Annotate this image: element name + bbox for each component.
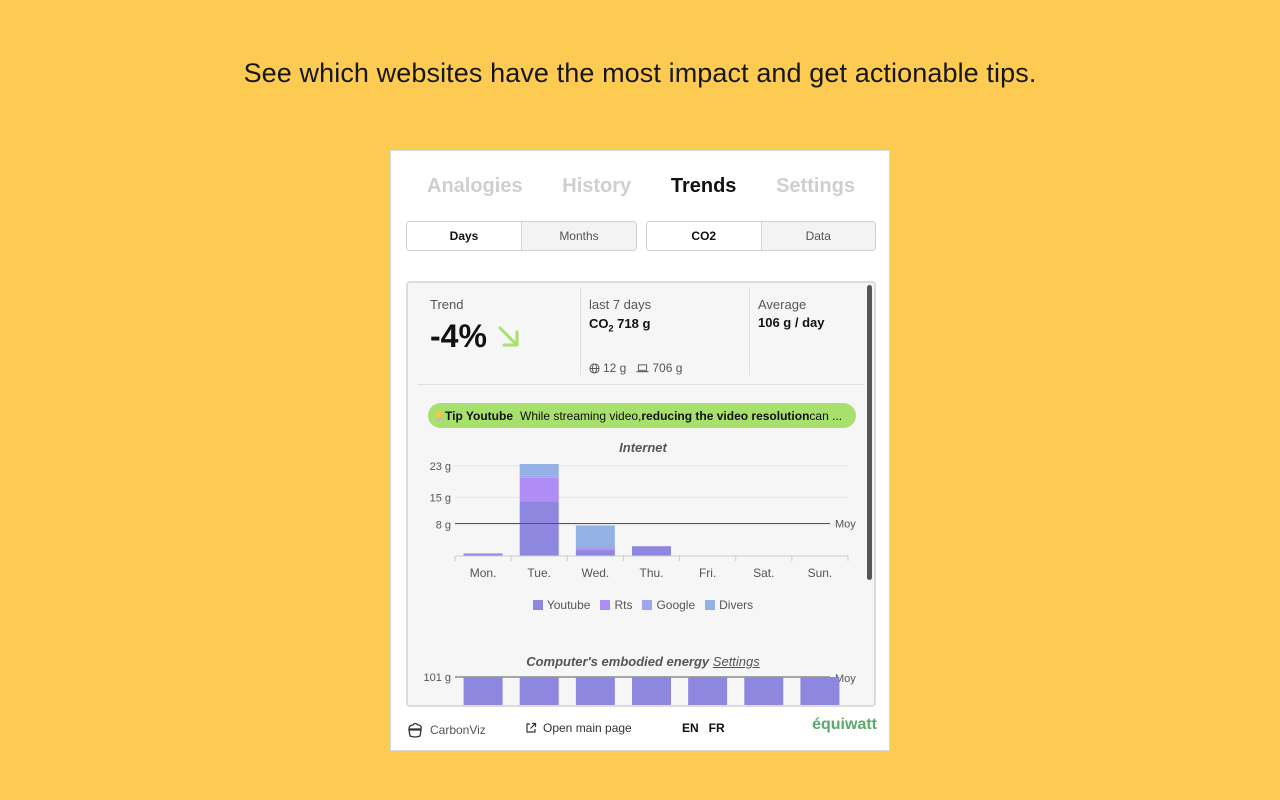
x-tick-label: Thu. — [639, 566, 663, 580]
legend-label: Youtube — [546, 598, 591, 612]
web-value: 12 g — [603, 361, 627, 375]
last7-label: last 7 days — [589, 297, 652, 312]
average-label: Average — [758, 297, 807, 312]
trends-panel: Trend -4% last 7 days CO2 718 g 12 g 706… — [406, 281, 876, 707]
tip-text-bold: reducing the video resolution — [641, 408, 810, 423]
legend-swatch — [600, 600, 611, 610]
bar-segment — [519, 501, 559, 556]
x-tick-label: Sun. — [808, 566, 833, 580]
bar-segment — [519, 464, 559, 476]
y-tick-label: 23 g — [430, 461, 451, 473]
stat-divider — [749, 287, 750, 375]
laptop-icon — [636, 363, 649, 372]
tip-text-post: can ... — [809, 408, 843, 423]
x-tick-label: Wed. — [581, 566, 609, 580]
language-switch: EN FR — [682, 721, 725, 735]
headline: See which websites have the most impact … — [243, 58, 1037, 88]
open-main-label: Open main page — [543, 721, 632, 735]
lightbulb-icon — [435, 410, 443, 421]
bar-segment — [519, 475, 559, 478]
last7-stat: last 7 days CO2 718 g 12 g 706 g — [589, 297, 749, 392]
period-toggle: Days Months — [406, 221, 637, 251]
legend-item[interactable]: Rts — [600, 598, 632, 612]
external-link-icon — [526, 722, 537, 733]
equiwatt-logo[interactable]: équiwatt — [812, 716, 877, 734]
days-button[interactable]: Days — [407, 222, 521, 250]
lang-fr[interactable]: FR — [709, 721, 725, 735]
co2-button[interactable]: CO2 — [647, 222, 761, 250]
divider — [418, 384, 864, 385]
internet-chart: 23 g 15 g 8 g Mon. Tue. Wed. Thu. Fri. Sat. Sun. M… — [430, 461, 857, 580]
embodied-settings-link[interactable]: Settings — [713, 654, 760, 669]
app-name: CarbonViz — [430, 723, 486, 737]
y-tick-label: 15 g — [430, 492, 451, 504]
bar-segment — [632, 546, 671, 556]
extension-popup: Analogies History Trends Settings Days M… — [390, 150, 890, 751]
embodied-chart-title: Computer's embodied energy Settings — [408, 654, 874, 669]
data-button[interactable]: Data — [760, 222, 875, 250]
tab-settings[interactable]: Settings — [776, 175, 855, 205]
average-stat: Average 106 g / day — [758, 297, 824, 392]
x-tick-label: Mon. — [470, 566, 497, 580]
x-tick-label: Fri. — [699, 566, 716, 580]
bar — [463, 677, 503, 705]
embodied-chart: 101 g Moy — [423, 672, 856, 705]
bar — [632, 677, 671, 705]
carbonviz-link[interactable]: CarbonViz — [406, 721, 486, 739]
trend-value: -4% — [430, 318, 487, 354]
embodied-y-tick: 101 g — [423, 672, 451, 684]
average-value: 106 g / day — [758, 315, 825, 330]
bar-segment — [519, 477, 559, 502]
tip-title: Tip Youtube — [445, 408, 513, 423]
tab-analogies[interactable]: Analogies — [427, 175, 523, 205]
x-tick-label: Sat. — [753, 566, 774, 580]
bar-segment — [575, 547, 615, 549]
average-label: Moy — [835, 519, 856, 531]
bar — [688, 677, 728, 705]
legend-item[interactable]: Divers — [705, 598, 753, 612]
device-value: 706 g — [652, 361, 683, 375]
globe-icon — [589, 362, 600, 374]
months-button[interactable]: Months — [521, 222, 636, 250]
tip-text-pre: While streaming video, — [520, 408, 642, 423]
main-tabs: Analogies History Trends Settings — [391, 175, 891, 205]
legend-swatch — [532, 600, 543, 610]
bar — [744, 677, 784, 705]
bar-segment — [463, 553, 503, 555]
stat-divider — [580, 287, 581, 375]
stats-row: Trend -4% last 7 days CO2 718 g 12 g 706… — [408, 283, 868, 383]
legend-swatch — [642, 600, 653, 610]
legend-swatch — [705, 600, 716, 610]
y-tick-label: 8 g — [436, 520, 451, 532]
tab-trends[interactable]: Trends — [671, 175, 737, 205]
legend-label: Google — [656, 598, 696, 612]
tab-history[interactable]: History — [562, 175, 631, 205]
bar — [800, 677, 840, 705]
embodied-title-text: Computer's embodied energy — [526, 654, 710, 669]
footer: CarbonViz Open main page EN FR équiwatt — [391, 711, 891, 751]
bar-segment — [575, 548, 615, 551]
co2-subscript: 2 — [608, 323, 614, 334]
lang-en[interactable]: EN — [682, 721, 699, 735]
trend-stat: Trend -4% — [430, 297, 523, 392]
legend-label: Rts — [614, 598, 633, 612]
legend-item[interactable]: Google — [642, 598, 695, 612]
legend-item[interactable]: Youtube — [532, 598, 591, 612]
bar — [519, 677, 559, 705]
co2-prefix: CO — [589, 316, 609, 331]
last7-value: 718 g — [617, 316, 651, 331]
bar-segment — [575, 550, 615, 556]
chart-legend: Youtube Rts Google Divers — [408, 598, 874, 612]
bar — [575, 677, 615, 705]
tip-banner[interactable]: Tip Youtube While streaming video, reduc… — [428, 403, 856, 428]
x-tick-label: Tue. — [527, 566, 551, 580]
carbonviz-logo-icon — [408, 722, 422, 738]
trend-label: Trend — [430, 297, 464, 312]
arrow-down-right-icon — [498, 326, 519, 346]
bar-segment — [575, 525, 615, 547]
unit-toggle: CO2 Data — [646, 221, 876, 251]
open-main-page-link[interactable]: Open main page — [525, 721, 632, 735]
legend-label: Divers — [719, 598, 754, 612]
